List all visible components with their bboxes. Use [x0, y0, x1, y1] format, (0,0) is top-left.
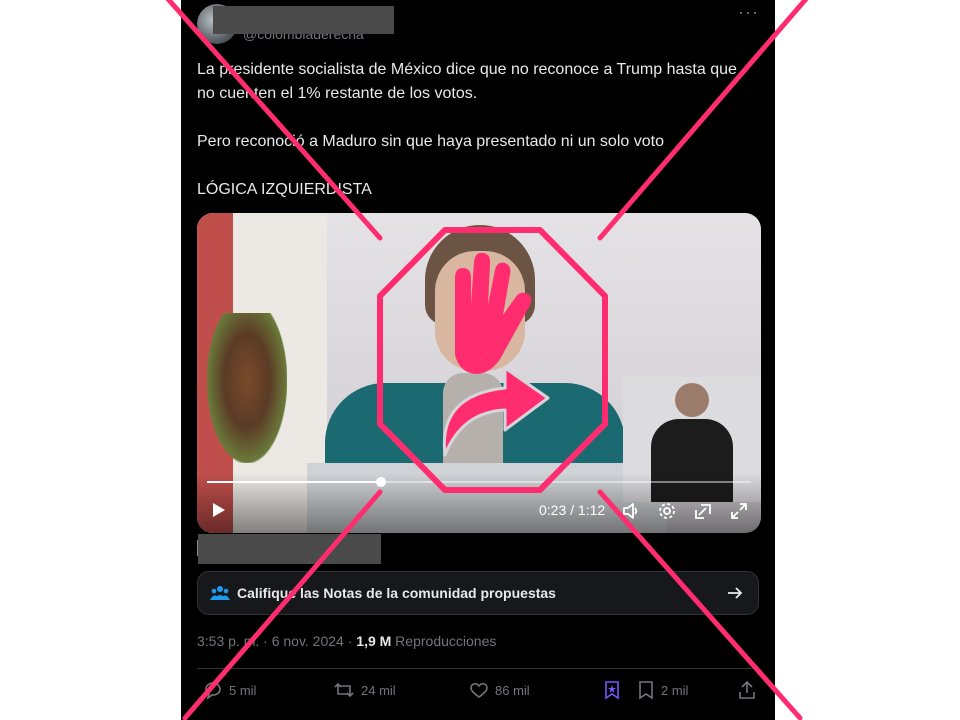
grok-icon	[605, 681, 619, 700]
volume-icon[interactable]	[621, 501, 641, 526]
fullscreen-icon[interactable]	[729, 501, 749, 526]
reply-button[interactable]: 5 mil	[203, 680, 256, 700]
tweet-text: La presidente socialista de México dice …	[197, 58, 757, 226]
like-button[interactable]: 86 mil	[469, 680, 530, 700]
bookmark-icon	[639, 681, 653, 700]
repost-button[interactable]: 24 mil	[333, 680, 396, 700]
interpreter-head	[675, 383, 709, 417]
view-count: 1,9 M	[356, 633, 392, 649]
like-count: 86 mil	[495, 682, 530, 698]
post-meta: 3:53 p. m. · 6 nov. 2024 · 1,9 M Reprodu…	[197, 633, 496, 649]
redacted-caption	[198, 534, 381, 564]
community-notes-button[interactable]: Califique las Notas de la comunidad prop…	[197, 571, 759, 615]
video-player[interactable]: 0:23 / 1:12	[197, 213, 761, 533]
community-icon	[210, 584, 230, 607]
views-label: Reproducciones	[391, 633, 497, 649]
reply-count: 5 mil	[229, 682, 257, 698]
grok-button[interactable]	[603, 680, 621, 700]
tweet-paragraph-2: Pero reconoció a Maduro sin que haya pre…	[197, 133, 664, 150]
repost-icon	[334, 682, 354, 698]
bookmark-button[interactable]: 2 mil	[637, 680, 688, 700]
share-icon	[739, 680, 755, 699]
post-card: @colombiaderecha ··· La presidente socia…	[181, 0, 775, 720]
settings-icon[interactable]	[657, 501, 677, 526]
arrow-right-icon	[726, 584, 744, 607]
tweet-paragraph-3: LÓGICA IZQUIERDISTA	[197, 181, 372, 198]
speaker-face	[435, 251, 525, 371]
post-timestamp[interactable]: 3:53 p. m. · 6 nov. 2024 ·	[197, 633, 356, 649]
more-options-button[interactable]: ···	[738, 2, 759, 23]
reply-icon	[205, 682, 221, 700]
pip-icon[interactable]	[693, 501, 713, 526]
bookmark-count: 2 mil	[661, 682, 689, 698]
video-progress-knob[interactable]	[376, 477, 387, 487]
divider	[197, 668, 759, 669]
tweet-paragraph-1: La presidente socialista de México dice …	[197, 61, 737, 102]
community-notes-label: Califique las Notas de la comunidad prop…	[237, 585, 556, 601]
share-button[interactable]	[737, 680, 757, 700]
video-progress-bar[interactable]	[207, 477, 751, 487]
redacted-name	[213, 6, 394, 34]
action-bar: 5 mil 24 mil 86 mil 2 mil	[197, 680, 759, 704]
video-controls: 0:23 / 1:12	[197, 473, 761, 533]
like-icon	[470, 682, 488, 698]
emblem-image	[207, 313, 287, 463]
video-time: 0:23 / 1:12	[539, 502, 606, 518]
play-icon[interactable]	[209, 501, 227, 524]
video-progress-fill	[207, 481, 382, 483]
repost-count: 24 mil	[361, 682, 396, 698]
